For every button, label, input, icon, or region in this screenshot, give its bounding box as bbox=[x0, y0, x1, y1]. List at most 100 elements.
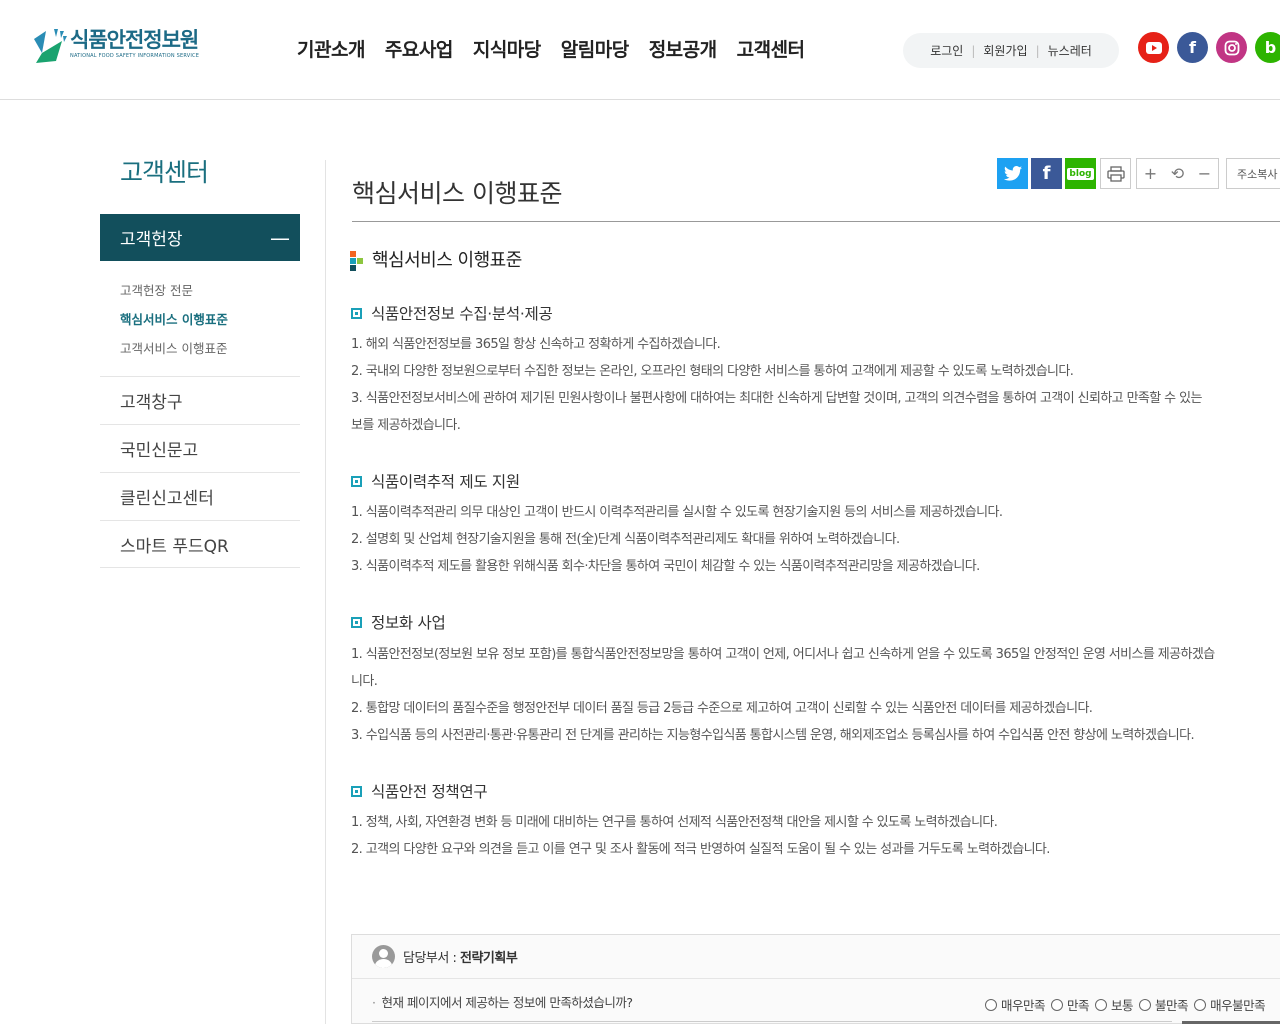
radio-very-dissatisfied[interactable]: 매우불만족 bbox=[1194, 995, 1266, 1014]
body-line: 보를 제공하겠습니다. bbox=[351, 418, 461, 433]
person-icon bbox=[372, 945, 395, 968]
section-body: 1. 정책, 사회, 자연환경 변화 등 미래에 대비하는 연구를 통하여 선제… bbox=[351, 809, 1280, 863]
survey-header: 담당부서 : 전략기획부 bbox=[352, 935, 1280, 979]
body-line: 1. 식품이력추적관리 의무 대상인 고객이 반드시 이력추적관리를 실시할 수… bbox=[351, 505, 1003, 520]
body-line: 1. 식품안전정보(정보원 보유 정보 포함)를 통합식품안전정보망을 통하여 … bbox=[351, 647, 1215, 662]
sub-heading-title: 식품안전 정책연구 bbox=[371, 783, 488, 801]
logo-english-text: NATIONAL FOOD SAFETY INFORMATION SERVICE bbox=[70, 53, 200, 59]
content-tools: f blog + ⟲ − 주소복사 bbox=[997, 158, 1280, 189]
site-header: 식품안전정보원 NATIONAL FOOD SAFETY INFORMATION… bbox=[0, 0, 1280, 100]
gnb-item-customer[interactable]: 고객센터 bbox=[737, 35, 805, 62]
logo-text: 식품안전정보원 bbox=[70, 28, 199, 52]
sub-heading: 식품안전 정책연구 bbox=[351, 780, 488, 802]
divider: | bbox=[1035, 43, 1040, 58]
divider: | bbox=[971, 43, 976, 58]
logo-mark-icon bbox=[32, 27, 68, 65]
body-line: 1. 정책, 사회, 자연환경 변화 등 미래에 대비하는 연구를 통하여 선제… bbox=[351, 815, 998, 830]
square-bullet-icon bbox=[351, 475, 362, 487]
option-label: 불만족 bbox=[1155, 998, 1189, 1013]
sidebar-item-charter[interactable]: 고객헌장 — bbox=[100, 214, 300, 261]
utility-menu: 로그인 | 회원가입 | 뉴스레터 bbox=[903, 33, 1119, 68]
body-line: 2. 통합망 데이터의 품질수준을 행정안전부 데이터 품질 등급 2등급 수준… bbox=[351, 701, 1093, 716]
radio-icon bbox=[985, 998, 997, 1011]
body-line: 3. 수입식품 등의 사전관리·통관·유통관리 전 단계를 관리하는 지능형수입… bbox=[351, 728, 1195, 743]
zoom-out-icon[interactable]: − bbox=[1191, 164, 1218, 183]
sidebar-item-clean-report[interactable]: 클린신고센터 bbox=[100, 472, 300, 520]
instagram-icon[interactable] bbox=[1216, 32, 1247, 63]
join-link[interactable]: 회원가입 bbox=[983, 42, 1027, 59]
sidebar-item-label: 고객헌장 bbox=[120, 230, 183, 250]
body-line: 2. 고객의 다양한 요구와 의견을 듣고 이를 연구 및 조사 활동에 적극 … bbox=[351, 842, 1050, 857]
sidebar-divider bbox=[325, 160, 326, 1024]
body-line: 2. 국내외 다양한 정보원으로부터 수집한 정보는 온라인, 오프라인 형태의… bbox=[351, 364, 1074, 379]
body-line: 3. 식품안전정보서비스에 관하여 제기된 민원사항이나 불편사항에 대하여는 … bbox=[351, 391, 1202, 406]
gnb-item-notice[interactable]: 알림마당 bbox=[561, 35, 629, 62]
option-label: 만족 bbox=[1067, 998, 1090, 1013]
body-line: 3. 식품이력추적 제도를 활용한 위해식품 회수·차단을 통하여 국민이 체감… bbox=[351, 559, 980, 574]
print-icon[interactable] bbox=[1100, 158, 1131, 189]
option-label: 매우만족 bbox=[1001, 998, 1046, 1013]
site-logo[interactable]: 식품안전정보원 NATIONAL FOOD SAFETY INFORMATION… bbox=[32, 27, 199, 65]
radio-neutral[interactable]: 보통 bbox=[1095, 995, 1134, 1014]
square-bullet-icon bbox=[351, 616, 362, 628]
sidebar-item-smart-food-qr[interactable]: 스마트 푸드QR bbox=[100, 520, 300, 568]
gnb-item-knowledge[interactable]: 지식마당 bbox=[473, 35, 541, 62]
sidebar-submenu: 고객헌장 전문 핵심서비스 이행표준 고객서비스 이행표준 bbox=[120, 276, 228, 363]
section-body: 1. 해외 식품안전정보를 365일 항상 신속하고 정확하게 수집하겠습니다.… bbox=[351, 331, 1280, 439]
submenu-item-core-service[interactable]: 핵심서비스 이행표준 bbox=[120, 305, 228, 334]
submenu-item-charter-full[interactable]: 고객헌장 전문 bbox=[120, 276, 228, 305]
sub-heading: 식품이력추적 제도 지원 bbox=[351, 470, 520, 492]
section-bullet-icon bbox=[350, 249, 364, 271]
sub-heading-title: 식품안전정보 수집·분석·제공 bbox=[371, 305, 553, 323]
option-label: 보통 bbox=[1111, 998, 1134, 1013]
sidebar-item-window[interactable]: 고객창구 bbox=[100, 376, 300, 424]
radio-dissatisfied[interactable]: 불만족 bbox=[1139, 995, 1189, 1014]
newsletter-link[interactable]: 뉴스레터 bbox=[1048, 42, 1092, 59]
sidebar-list: 고객창구 국민신문고 클린신고센터 스마트 푸드QR bbox=[100, 376, 300, 568]
blog-share-icon[interactable]: blog bbox=[1065, 158, 1096, 189]
submenu-item-customer-service[interactable]: 고객서비스 이행표준 bbox=[120, 334, 228, 363]
zoom-in-icon[interactable]: + bbox=[1137, 164, 1164, 183]
radio-icon bbox=[1095, 998, 1108, 1011]
square-bullet-icon bbox=[351, 785, 362, 797]
body-line: 2. 설명회 및 산업체 현장기술지원을 통해 전(全)단계 식품이력추적관리제… bbox=[351, 532, 900, 547]
facebook-icon[interactable]: f bbox=[1177, 32, 1208, 63]
radio-very-satisfied[interactable]: 매우만족 bbox=[985, 995, 1046, 1014]
zoom-reset-icon[interactable]: ⟲ bbox=[1164, 164, 1191, 183]
page-title: 핵심서비스 이행표준 bbox=[352, 179, 562, 208]
section-title: 핵심서비스 이행표준 bbox=[372, 250, 522, 271]
collapse-icon: — bbox=[270, 225, 290, 250]
main-navigation: 기관소개 주요사업 지식마당 알림마당 정보공개 고객센터 bbox=[297, 35, 825, 62]
title-divider bbox=[352, 221, 1280, 222]
gnb-item-disclosure[interactable]: 정보공개 bbox=[649, 35, 717, 62]
sub-heading-title: 식품이력추적 제도 지원 bbox=[371, 473, 520, 491]
naver-blog-icon[interactable]: b bbox=[1255, 32, 1280, 63]
section-body: 1. 식품이력추적관리 의무 대상인 고객이 반드시 이력추적관리를 실시할 수… bbox=[351, 499, 1280, 580]
facebook-share-icon[interactable]: f bbox=[1031, 158, 1062, 189]
sub-heading: 식품안전정보 수집·분석·제공 bbox=[351, 302, 553, 324]
section-heading: 핵심서비스 이행표준 bbox=[350, 246, 522, 272]
youtube-icon[interactable] bbox=[1138, 32, 1169, 63]
sub-heading: 정보화 사업 bbox=[351, 611, 446, 633]
radio-satisfied[interactable]: 만족 bbox=[1051, 995, 1090, 1014]
radio-icon bbox=[1194, 998, 1207, 1011]
sub-heading-title: 정보화 사업 bbox=[371, 614, 446, 632]
survey-options: 매우만족 만족 보통 불만족 매우불만족 bbox=[985, 995, 1271, 1014]
radio-icon bbox=[1051, 998, 1064, 1011]
twitter-share-icon[interactable] bbox=[997, 158, 1028, 189]
department-label: 담당부서 : bbox=[403, 951, 457, 966]
department-value: 전략기획부 bbox=[460, 951, 518, 966]
sns-links: f b bbox=[1138, 32, 1280, 63]
option-label: 매우불만족 bbox=[1210, 998, 1266, 1013]
square-bullet-icon bbox=[351, 307, 362, 319]
section-body: 1. 식품안전정보(정보원 보유 정보 포함)를 통합식품안전정보망을 통하여 … bbox=[351, 641, 1280, 749]
gnb-item-about[interactable]: 기관소개 bbox=[297, 35, 365, 62]
zoom-controls: + ⟲ − bbox=[1136, 158, 1219, 189]
sidebar-item-epeople[interactable]: 국민신문고 bbox=[100, 424, 300, 472]
login-link[interactable]: 로그인 bbox=[930, 42, 963, 59]
department-info: 담당부서 : 전략기획부 bbox=[403, 947, 518, 966]
address-copy-button[interactable]: 주소복사 bbox=[1226, 158, 1280, 189]
sidebar-title: 고객센터 bbox=[120, 158, 209, 187]
gnb-item-business[interactable]: 주요사업 bbox=[385, 35, 453, 62]
body-line: 1. 해외 식품안전정보를 365일 항상 신속하고 정확하게 수집하겠습니다. bbox=[351, 337, 721, 352]
